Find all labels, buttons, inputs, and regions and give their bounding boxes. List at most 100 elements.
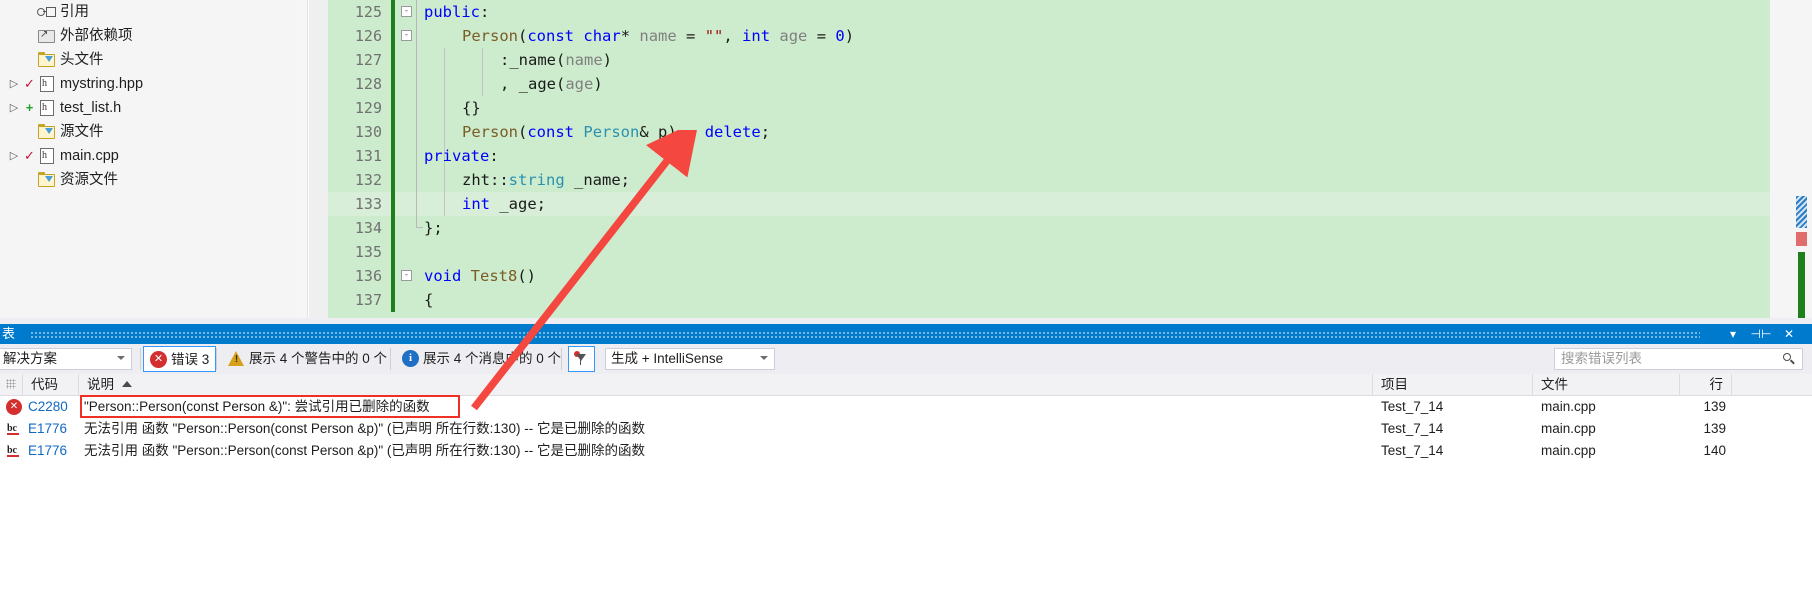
editor-line-125[interactable]: 125 - public: — [328, 0, 1770, 24]
fold-toggle-icon[interactable]: - — [401, 6, 412, 17]
error-list-row[interactable]: E1776 无法引用 函数 "Person::Person(const Perso… — [0, 418, 1812, 440]
source-control-status-icon: . — [22, 168, 37, 192]
editor-line-130[interactable]: 130 Person(const Person& p) = delete; — [328, 120, 1770, 144]
code-line-text: }; — [424, 216, 443, 240]
column-header-proj[interactable]: 项目 — [1373, 374, 1533, 396]
code-token: int — [462, 195, 490, 213]
solution-explorer-panel: ▷. 引用 ▷. 外部依赖项 ▷. 头文件 ▷✓hmystring.hpp▷+htest_l… — [0, 0, 297, 370]
error-list-table[interactable]: 代码 说明 项目 文件 行 C2280 "Person::Person(const Per… — [0, 374, 1812, 592]
messages-filter-label: 展示 4 个消息中的 0 个 — [423, 351, 562, 366]
editor-line-131[interactable]: 131 private: — [328, 144, 1770, 168]
editor-line-135[interactable]: 135 — [328, 240, 1770, 264]
toolbar-separator — [390, 348, 391, 370]
scrollbar-thumb[interactable] — [1796, 196, 1807, 228]
error-file: main.cpp — [1541, 443, 1596, 458]
editor-line-127[interactable]: 127:_name(name) — [328, 48, 1770, 72]
solution-item-引用[interactable]: ▷.引用 — [0, 0, 297, 24]
code-token: private — [424, 147, 490, 165]
editor-line-129[interactable]: 129 {} — [328, 96, 1770, 120]
code-token: 0 — [835, 27, 845, 45]
indent-guide — [444, 168, 445, 192]
code-token: Person — [462, 27, 518, 45]
error-list-header-row: 代码 说明 项目 文件 行 — [0, 374, 1812, 396]
build-source-combo[interactable]: 生成 + IntelliSense — [605, 348, 775, 370]
expander-arrow-icon[interactable]: ▷ — [6, 72, 22, 96]
error-code[interactable]: E1776 — [28, 418, 67, 440]
warnings-filter-button[interactable]: 展示 4 个警告中的 0 个 — [222, 346, 393, 372]
messages-filter-button[interactable]: 展示 4 个消息中的 0 个 — [396, 346, 567, 372]
expander-arrow-icon[interactable]: ▷ — [6, 144, 22, 168]
code-token: :_name — [500, 51, 556, 69]
unsaved-change-bar — [391, 120, 395, 144]
source-control-status-icon: ✓ — [24, 76, 35, 92]
editor-text-area[interactable]: 125- public: 126- Person(const char* name =… — [328, 0, 1770, 318]
column-header-desc[interactable]: 说明 — [79, 374, 1373, 396]
fold-toggle-icon[interactable]: - — [401, 30, 412, 41]
error-code[interactable]: C2280 — [28, 396, 68, 418]
filter-button[interactable] — [568, 346, 595, 372]
code-line-text: public: — [424, 0, 489, 24]
error-list-row[interactable]: C2280 "Person::Person(const Person &)": 尝… — [0, 395, 1812, 418]
error-list-rows[interactable]: C2280 "Person::Person(const Person &)": 尝… — [0, 395, 1812, 462]
solution-item-test_list.h[interactable]: ▷ + h test_list.h — [0, 96, 297, 120]
scrollbar-error-marker[interactable] — [1796, 232, 1807, 246]
editor-line-134[interactable]: 134}; — [328, 216, 1770, 240]
panel-dock-button[interactable]: ⊣⊢ — [1750, 324, 1772, 344]
error-description: 无法引用 函数 "Person::Person(const Person &p)… — [84, 421, 645, 436]
solution-item-源文件[interactable]: ▷.源文件 — [0, 120, 297, 144]
column-header-file[interactable]: 文件 — [1533, 374, 1680, 396]
error-line-number: 140 — [1703, 443, 1726, 458]
line-number: 127 — [354, 51, 382, 69]
column-header-code[interactable]: 代码 — [23, 374, 79, 396]
intellisense-icon — [6, 443, 22, 459]
search-input[interactable]: 搜索错误列表 — [1554, 348, 1803, 370]
editor-line-126[interactable]: 126 - Person(const char* name = "", int ag… — [328, 24, 1770, 48]
error-list-row[interactable]: E1776 无法引用 函数 "Person::Person(const Perso… — [0, 440, 1812, 462]
unsaved-change-bar — [391, 96, 395, 120]
expander-arrow-icon[interactable]: ▷ — [6, 96, 22, 120]
references-icon — [37, 3, 57, 19]
solution-item-mystring.hpp[interactable]: ▷ ✓ h mystring.hpp — [0, 72, 297, 96]
column-header-label: 说明 — [87, 377, 114, 392]
editor-line-128[interactable]: 128 , _age(age) — [328, 72, 1770, 96]
unsaved-change-bar — [391, 216, 395, 240]
error-list-title: 表 — [2, 326, 16, 341]
code-token: Test8 — [470, 267, 518, 285]
code-token: age — [779, 27, 808, 45]
error-code[interactable]: E1776 — [28, 440, 67, 462]
scope-select[interactable]: 解决方案 — [0, 348, 132, 370]
indent-guide — [444, 72, 445, 96]
code-token: _name; — [564, 171, 630, 189]
column-header-line[interactable]: 行 — [1680, 374, 1732, 396]
errors-filter-button[interactable]: 错误 3 — [143, 346, 217, 372]
filter-folder-icon — [37, 171, 57, 187]
editor-line-136[interactable]: 136 - void Test8() — [328, 264, 1770, 288]
editor-indicator-margin — [309, 0, 328, 318]
code-editor[interactable]: 125- public: 126- Person(const char* name =… — [297, 0, 1812, 318]
table-corner-handle[interactable] — [0, 374, 23, 396]
scrollbar-change-marker — [1798, 252, 1805, 318]
error-list-panel: 表 ▾ ⊣⊢ ✕ 解决方案 错误 3 展示 4 个警告中的 0 个 展示 4 个… — [0, 324, 1812, 592]
editor-line-137[interactable]: 137 { — [328, 288, 1770, 312]
source-control-status-icon: . — [22, 24, 37, 48]
panel-menu-button[interactable]: ▾ — [1722, 324, 1744, 344]
error-project: Test_7_14 — [1381, 443, 1444, 458]
editor-vertical-scrollbar[interactable] — [1770, 0, 1812, 318]
column-header-label: 行 — [1709, 377, 1724, 392]
line-number: 130 — [354, 123, 382, 141]
editor-line-133[interactable]: 133 int _age; — [328, 192, 1770, 216]
unsaved-change-bar — [391, 192, 395, 216]
search-icon — [1782, 352, 1796, 367]
solution-item-资源文件[interactable]: ▷.资源文件 — [0, 168, 297, 192]
code-token: ) — [844, 27, 855, 45]
fold-toggle-icon[interactable]: - — [401, 270, 412, 281]
solution-item-外部依赖项[interactable]: ▷.外部依赖项 — [0, 24, 297, 48]
editor-line-132[interactable]: 132 zht::string _name; — [328, 168, 1770, 192]
solution-item-头文件[interactable]: ▷.头文件 — [0, 48, 297, 72]
solution-item-main.cpp[interactable]: ▷ ✓ h main.cpp — [0, 144, 297, 168]
panel-close-button[interactable]: ✕ — [1778, 324, 1800, 344]
code-token: string — [508, 171, 565, 189]
warning-icon — [228, 350, 245, 367]
brace-guide — [416, 144, 417, 168]
